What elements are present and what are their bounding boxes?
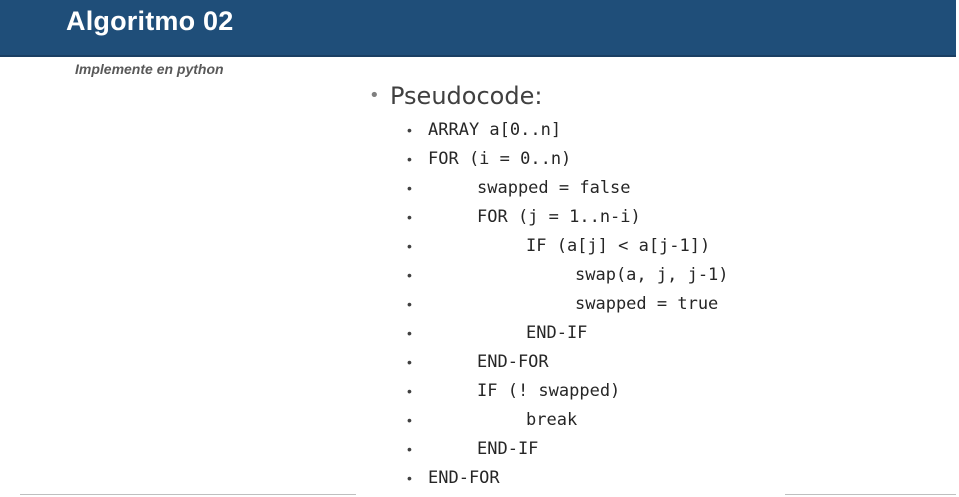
title-bar: Algoritmo 02 bbox=[0, 0, 956, 57]
code-line-text: END-FOR bbox=[477, 352, 549, 372]
bullet-icon: • bbox=[407, 180, 412, 196]
bullet-icon: • bbox=[407, 151, 412, 167]
bullet-icon: • bbox=[407, 209, 412, 225]
slide-title: Algoritmo 02 bbox=[66, 6, 234, 36]
bullet-icon: • bbox=[407, 122, 412, 138]
pseudocode-block: • Pseudocode: • ARRAY a[0..n] • FOR (i = 0.… bbox=[369, 78, 789, 488]
bullet-icon: • bbox=[407, 412, 412, 428]
code-line-text: END-FOR bbox=[428, 468, 500, 488]
code-line-text: swap(a, j, j-1) bbox=[575, 265, 729, 285]
bullet-icon: • bbox=[407, 383, 412, 399]
code-line-text: IF (! swapped) bbox=[477, 381, 621, 401]
slide: Algoritmo 02 Implemente en python • Pseu… bbox=[0, 0, 959, 497]
bullet-icon: • bbox=[407, 441, 412, 457]
bullet-icon: • bbox=[407, 470, 412, 486]
code-line-text: FOR (j = 1..n-i) bbox=[477, 207, 641, 227]
pseudocode-heading: • Pseudocode: bbox=[369, 78, 789, 114]
footer-divider-right bbox=[785, 494, 956, 495]
code-line-text: FOR (i = 0..n) bbox=[428, 149, 572, 169]
code-line-text: ARRAY a[0..n] bbox=[428, 120, 562, 140]
bullet-icon: • bbox=[407, 354, 412, 370]
bullet-icon: • bbox=[407, 325, 412, 341]
bullet-icon: • bbox=[407, 267, 412, 283]
code-line-text: break bbox=[526, 410, 578, 430]
bullet-icon: • bbox=[407, 296, 412, 312]
bullet-icon: • bbox=[369, 85, 380, 106]
code-line-text: END-IF bbox=[526, 323, 588, 343]
code-line-text: IF (a[j] < a[j-1]) bbox=[526, 236, 711, 256]
slide-subtitle: Implemente en python bbox=[75, 61, 224, 77]
code-line-text: swapped = true bbox=[575, 294, 719, 314]
bullet-icon: • bbox=[407, 238, 412, 254]
pseudocode-heading-label: Pseudocode: bbox=[390, 82, 543, 110]
code-line-text: END-IF bbox=[477, 439, 539, 459]
code-line-text: swapped = false bbox=[477, 178, 631, 198]
footer-divider-left bbox=[20, 494, 356, 495]
